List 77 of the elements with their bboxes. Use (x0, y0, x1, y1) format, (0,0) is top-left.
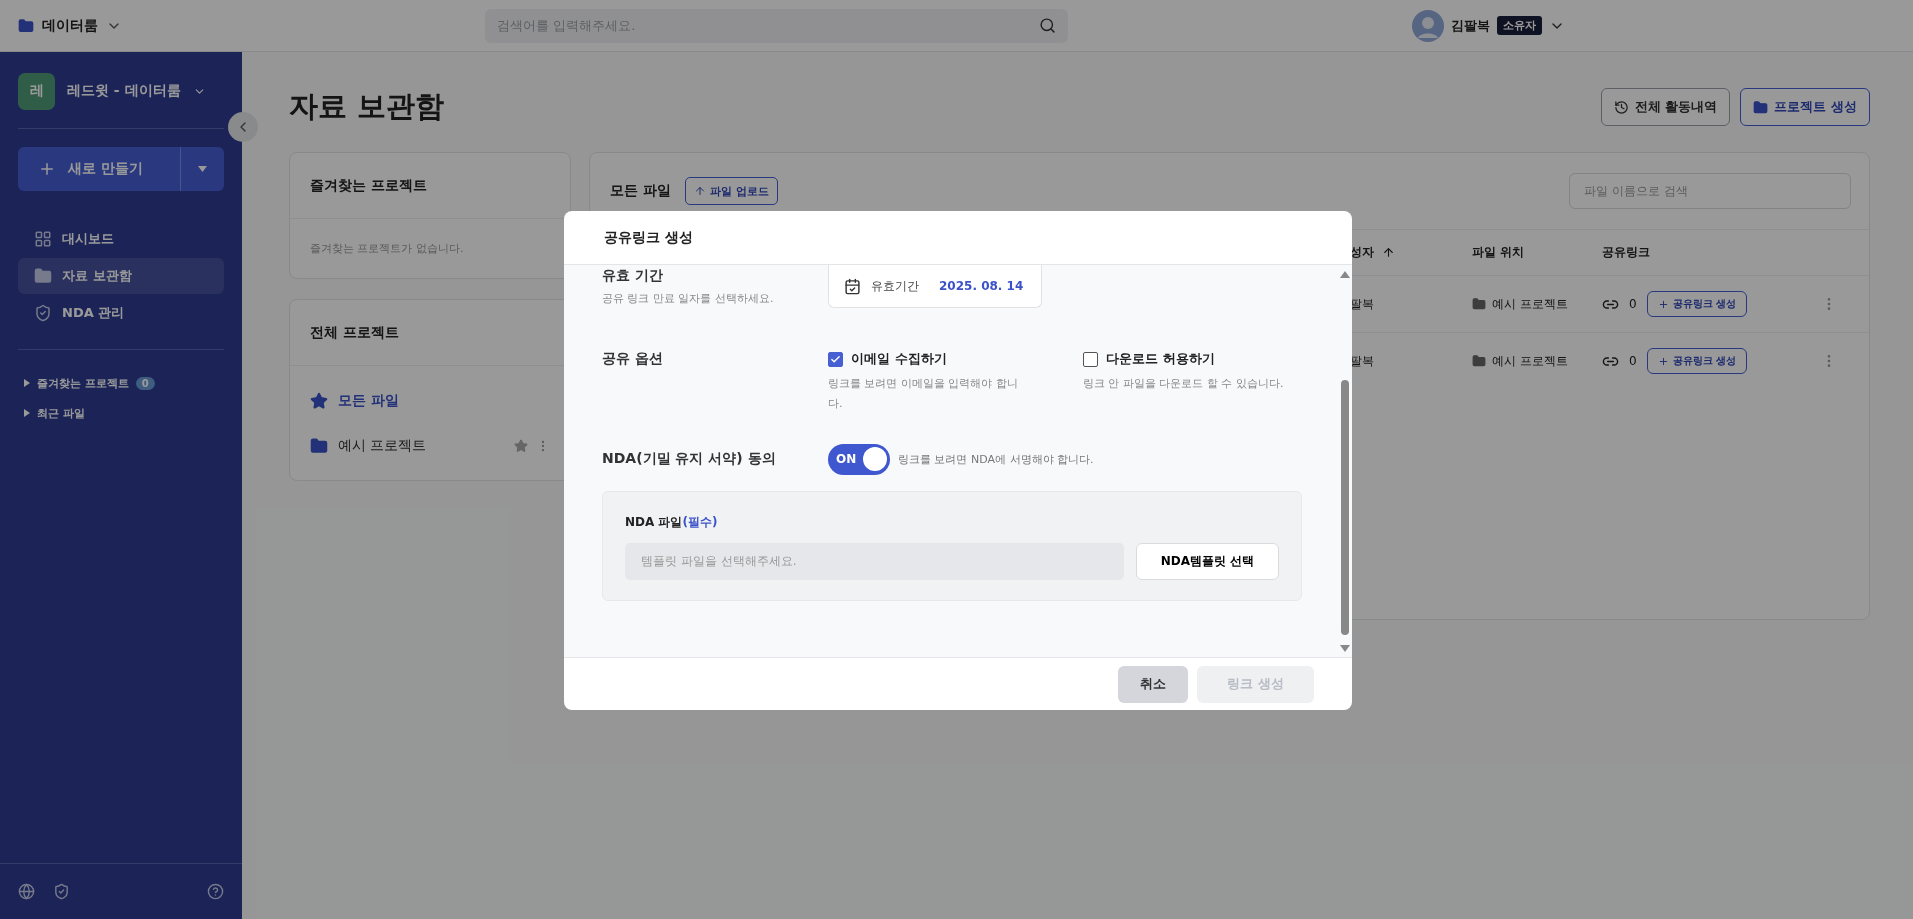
project-item[interactable]: 모든 파일 (290, 378, 570, 423)
new-button[interactable]: 새로 만들기 (18, 147, 180, 191)
upload-icon (693, 185, 706, 197)
section-label[interactable]: 즐겨찾는 프로젝트 (37, 375, 129, 391)
folder-icon (18, 17, 34, 34)
sort-icon[interactable] (1382, 246, 1395, 259)
page-title: 자료 보관함 (289, 88, 445, 125)
plus-icon (1657, 298, 1669, 310)
file-search-field[interactable]: 파일 이름으로 검색 (1569, 173, 1851, 209)
section-label[interactable]: 최근 파일 (37, 405, 85, 421)
project-item[interactable]: 예시 프로젝트 (290, 423, 570, 468)
option-label[interactable]: 다운로드 허용하기 (1106, 350, 1215, 368)
toggle-description: 링크를 보려면 NDA에 서명해야 합니다. (898, 451, 1094, 467)
table-cell-text: 팔복 (1350, 352, 1375, 370)
checkbox[interactable] (828, 351, 843, 367)
folder-icon (310, 436, 328, 455)
card-title: 모든 파일 (610, 182, 671, 200)
action-button[interactable]: 프로젝트 생성 (1740, 88, 1870, 126)
star-icon[interactable] (514, 438, 528, 453)
folder-icon (34, 267, 52, 285)
nav-item[interactable]: 대시보드 (18, 221, 224, 257)
role-badge: 소유자 (1497, 16, 1542, 35)
collapse-button[interactable] (228, 112, 258, 142)
help-icon[interactable] (207, 883, 224, 900)
create-link-button[interactable]: 공유링크 생성 (1646, 348, 1748, 374)
option-label[interactable]: 이메일 수집하기 (851, 350, 947, 368)
table-cell: 예시 프로젝트 (1492, 352, 1568, 370)
checkbox[interactable] (1083, 351, 1098, 367)
field-label: 공유 옵션 (602, 350, 664, 368)
option-description: 링크를 보려면 이메일을 입력해야 합니다. (828, 376, 1018, 412)
org-name[interactable]: 레드윗 - 데이터룸 (67, 82, 181, 100)
calendar-icon (844, 277, 861, 295)
folder-icon (1753, 99, 1769, 115)
shield-icon (34, 304, 52, 322)
count-badge: 0 (135, 376, 155, 390)
folder-icon (1472, 354, 1486, 368)
plus-icon (38, 160, 56, 178)
folder-icon (1472, 297, 1486, 311)
field-label: NDA(기밀 유지 서약) 동의 (602, 450, 777, 469)
nav-item[interactable]: NDA 관리 (18, 295, 224, 331)
nda-toggle[interactable]: ON (828, 443, 890, 475)
org-avatar: 레 (18, 72, 55, 110)
dashboard-icon (34, 230, 52, 248)
column-header[interactable]: 성자 (1350, 244, 1472, 261)
field-label: NDA 파일(필수) (625, 513, 719, 531)
expand-icon[interactable] (24, 379, 30, 387)
template-select-button[interactable]: NDA템플릿 선택 (1136, 542, 1279, 580)
option-description: 링크 안 파일을 다운로드 할 수 있습니다. (1083, 376, 1285, 392)
create-link-button[interactable]: 공유링크 생성 (1646, 291, 1748, 317)
link-count: 0 (1629, 354, 1637, 368)
template-file-field[interactable]: 템플릿 파일을 선택해주세요. (625, 542, 1124, 580)
cancel-button[interactable]: 취소 (1118, 665, 1189, 703)
workspace-name[interactable]: 데이터룸 (42, 16, 98, 35)
nav-item[interactable]: 자료 보관함 (18, 258, 224, 294)
column-header: 공유링크 (1602, 244, 1651, 261)
date-field[interactable]: 유효기간 2025. 08. 14 (828, 265, 1042, 308)
table-cell: 예시 프로젝트 (1492, 295, 1568, 313)
shield-icon[interactable] (53, 883, 70, 900)
link-count: 0 (1629, 297, 1637, 311)
search-icon[interactable] (1039, 16, 1056, 34)
upload-button[interactable]: 파일 업로드 (684, 177, 778, 205)
check-icon (830, 353, 841, 365)
user-name: 김팔복 (1451, 16, 1490, 35)
star-folder-icon (310, 391, 328, 410)
plus-icon (1657, 355, 1669, 367)
date-label: 유효기간 (871, 277, 919, 295)
column-header: 파일 위치 (1472, 244, 1526, 261)
expand-icon[interactable] (24, 409, 30, 417)
history-icon (1613, 99, 1629, 115)
globe-icon[interactable] (18, 883, 35, 900)
empty-message: 즐겨찾는 프로젝트가 없습니다. (309, 241, 465, 257)
date-value: 2025. 08. 14 (939, 279, 1024, 293)
caret-icon (198, 166, 207, 172)
table-cell-text: 팔복 (1350, 295, 1375, 313)
field-label: 유효 기간 (602, 267, 664, 285)
action-button[interactable]: 전체 활동내역 (1600, 88, 1731, 126)
field-hint: 공유 링크 만료 일자를 선택하세요. (602, 291, 775, 306)
